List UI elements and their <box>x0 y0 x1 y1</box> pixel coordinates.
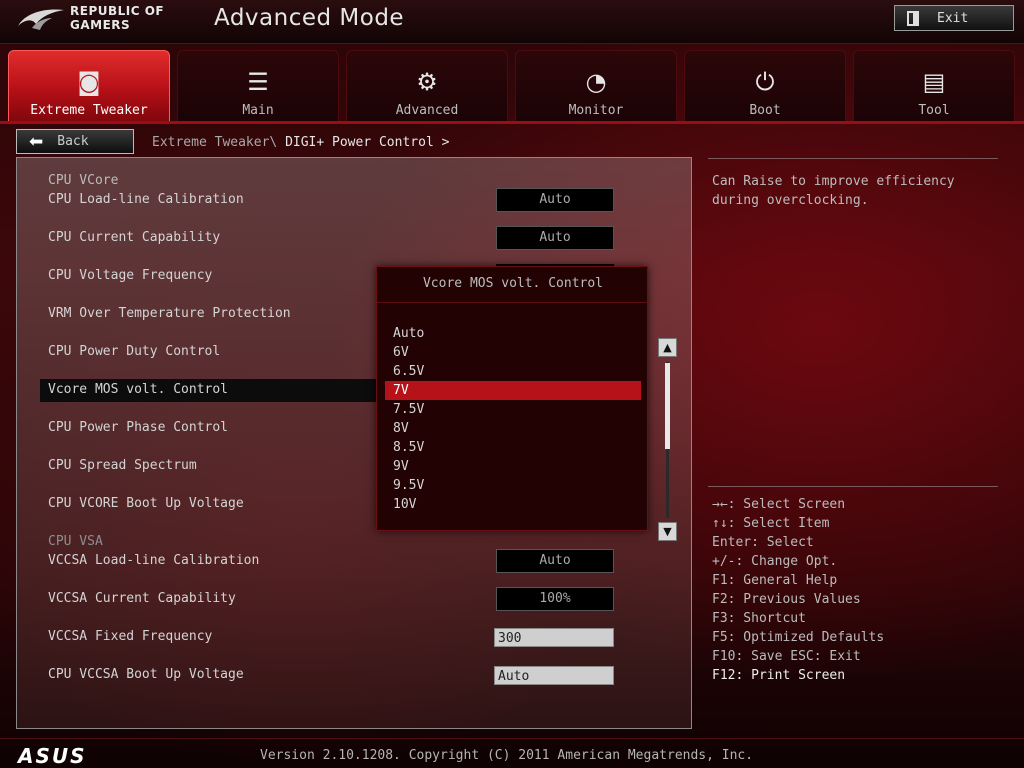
key-hint: F12: Print Screen <box>712 668 846 683</box>
exit-label: Exit <box>937 10 969 26</box>
help-description: Can Raise to improve efficiency during o… <box>712 174 955 208</box>
setting-vrm-over-temperature-protection[interactable]: VRM Over Temperature Protection <box>48 306 291 321</box>
exit-button[interactable]: Exit <box>894 5 1014 31</box>
setting-value-cpu-vccsa-boot-up-voltage[interactable]: Auto <box>494 666 614 685</box>
rog-logo-icon <box>18 9 64 30</box>
setting-cpu-power-duty-control[interactable]: CPU Power Duty Control <box>48 344 220 359</box>
settings-info-icon: ⚙ <box>416 68 438 96</box>
breadcrumb-current: DIGI+ Power Control > <box>285 135 450 150</box>
breadcrumb: Extreme Tweaker\ DIGI+ Power Control > <box>152 135 449 150</box>
setting-cpu-spread-spectrum[interactable]: CPU Spread Spectrum <box>48 458 197 473</box>
popup-option[interactable]: 7.5V <box>393 400 641 419</box>
tab-advanced[interactable]: ⚙ Advanced <box>346 50 508 122</box>
setting-vccsa-load-line-calibration[interactable]: VCCSA Load-line Calibration <box>48 553 259 568</box>
brand-logo-text: REPUBLIC OF GAMERS <box>70 4 164 32</box>
tweaker-icon: ◙ <box>77 68 101 96</box>
back-button[interactable]: ⬅ Back <box>16 129 134 154</box>
key-hint: F3: Shortcut <box>712 611 806 626</box>
exit-door-icon <box>907 10 919 26</box>
scroll-down-arrow-icon[interactable]: ▼ <box>658 522 677 541</box>
key-legend: →←: Select Screen ↑↓: Select Item Enter: S… <box>712 495 1002 685</box>
setting-cpu-load-line-calibration[interactable]: CPU Load-line Calibration <box>48 192 244 207</box>
popup-option[interactable]: Auto <box>393 324 641 343</box>
version-text: Version 2.10.1208. Copyright (C) 2011 Am… <box>260 748 754 763</box>
setting-value-vccsa-load-line-calibration[interactable]: Auto <box>496 549 614 573</box>
key-hint: →←: Select Screen <box>712 497 846 512</box>
setting-cpu-voltage-frequency[interactable]: CPU Voltage Frequency <box>48 268 212 283</box>
help-divider-keys <box>708 486 998 487</box>
setting-vcore-mos-volt-control[interactable]: Vcore MOS volt. Control <box>48 382 228 397</box>
key-hint: F2: Previous Values <box>712 592 861 607</box>
key-hint: F1: General Help <box>712 573 838 588</box>
popup-option[interactable]: 9V <box>393 457 641 476</box>
tab-extreme-tweaker[interactable]: ◙ Extreme Tweaker <box>8 50 170 122</box>
popup-option[interactable]: 6V <box>393 343 641 362</box>
popup-title: Vcore MOS volt. Control <box>377 267 649 303</box>
setting-vccsa-current-capability[interactable]: VCCSA Current Capability <box>48 591 236 606</box>
tab-label: Boot <box>749 103 781 118</box>
setting-value-vccsa-fixed-frequency[interactable]: 300 <box>494 628 614 647</box>
section-cpu-vcore: CPU VCore <box>48 173 119 188</box>
gauge-icon: ◔ <box>585 68 607 96</box>
footer-divider <box>0 738 1024 739</box>
option-popup: Vcore MOS volt. Control Auto 6V 6.5V 7V 7.5V… <box>376 266 649 531</box>
setting-cpu-vccsa-boot-up-voltage[interactable]: CPU VCCSA Boot Up Voltage <box>48 667 244 682</box>
power-icon: ⏻ <box>755 68 775 96</box>
toolbox-icon: ▤ <box>922 68 946 96</box>
asus-logo: ASUS <box>18 744 87 768</box>
popup-scroll-thumb[interactable] <box>665 363 670 449</box>
tab-label: Tool <box>918 103 950 118</box>
setting-cpu-power-phase-control[interactable]: CPU Power Phase Control <box>48 420 228 435</box>
popup-option[interactable]: 7V <box>385 381 641 400</box>
brand-line-2: GAMERS <box>70 18 131 32</box>
tab-label: Extreme Tweaker <box>30 103 148 118</box>
back-label: Back <box>57 134 89 149</box>
setting-cpu-vcore-boot-up-voltage[interactable]: CPU VCORE Boot Up Voltage <box>48 496 244 511</box>
setting-cpu-current-capability[interactable]: CPU Current Capability <box>48 230 220 245</box>
key-hint: F5: Optimized Defaults <box>712 630 885 645</box>
tab-underline <box>0 121 1024 124</box>
mode-title: Advanced Mode <box>214 5 405 31</box>
popup-option[interactable]: 6.5V <box>393 362 641 381</box>
key-hint: Enter: Select <box>712 535 814 550</box>
setting-vccsa-fixed-frequency[interactable]: VCCSA Fixed Frequency <box>48 629 212 644</box>
key-hint: +/-: Change Opt. <box>712 554 838 569</box>
scroll-up-arrow-icon[interactable]: ▲ <box>658 338 677 357</box>
tab-label: Advanced <box>395 103 459 118</box>
setting-value-cpu-load-line-calibration[interactable]: Auto <box>496 188 614 212</box>
setting-value-vccsa-current-capability[interactable]: 100% <box>496 587 614 611</box>
popup-option[interactable]: 8V <box>393 419 641 438</box>
brand-line-1: REPUBLIC OF <box>70 4 165 18</box>
tab-boot[interactable]: ⏻ Boot <box>684 50 846 122</box>
tab-label: Monitor <box>568 103 624 118</box>
tab-tool[interactable]: ▤ Tool <box>853 50 1015 122</box>
section-cpu-vsa: CPU VSA <box>48 534 103 549</box>
back-arrow-icon: ⬅ <box>29 131 44 152</box>
breadcrumb-parent[interactable]: Extreme Tweaker\ <box>152 135 285 150</box>
help-divider-top <box>708 158 998 159</box>
popup-option[interactable]: 9.5V <box>393 476 641 495</box>
key-hint: F10: Save ESC: Exit <box>712 649 861 664</box>
tab-monitor[interactable]: ◔ Monitor <box>515 50 677 122</box>
tab-label: Main <box>242 103 274 118</box>
popup-option[interactable]: 8.5V <box>393 438 641 457</box>
key-hint: ↑↓: Select Item <box>712 516 830 531</box>
popup-option[interactable]: 10V <box>393 495 641 514</box>
list-icon: ☰ <box>247 68 269 96</box>
tab-main[interactable]: ☰ Main <box>177 50 339 122</box>
setting-value-cpu-current-capability[interactable]: Auto <box>496 226 614 250</box>
